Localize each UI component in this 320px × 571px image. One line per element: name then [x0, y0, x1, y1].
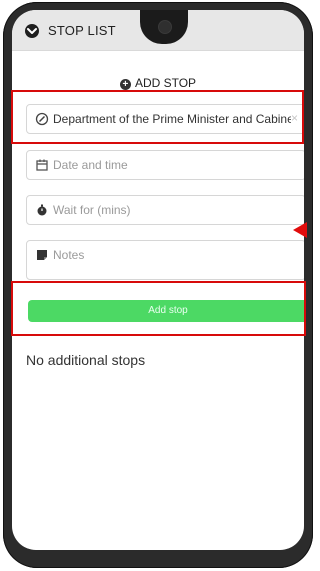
- notes-field[interactable]: Notes: [26, 240, 304, 280]
- datetime-placeholder: Date and time: [53, 158, 128, 172]
- datetime-field[interactable]: Date and time: [26, 150, 304, 180]
- notes-placeholder: Notes: [53, 248, 85, 262]
- plus-circle-icon: +: [119, 79, 131, 90]
- note-icon: [35, 248, 49, 262]
- empty-stops-message: No additional stops: [26, 352, 146, 368]
- camera-notch: [140, 10, 188, 44]
- wait-field[interactable]: Wait for (mins): [26, 195, 304, 225]
- destination-highlight: [11, 90, 304, 144]
- chevron-down-icon[interactable]: [25, 24, 39, 38]
- wait-placeholder: Wait for (mins): [53, 203, 131, 217]
- header-title: STOP LIST: [48, 23, 116, 38]
- stopwatch-icon: [35, 203, 49, 217]
- add-stop-highlight: [11, 281, 306, 336]
- calendar-icon: [35, 158, 49, 172]
- add-stop-section-label: + ADD STOP: [12, 76, 304, 90]
- add-stop-label: ADD STOP: [134, 76, 197, 90]
- stop-list-header[interactable]: STOP LIST: [12, 10, 304, 51]
- camera-icon: [158, 20, 172, 34]
- pointer-arrow-icon: [293, 222, 307, 238]
